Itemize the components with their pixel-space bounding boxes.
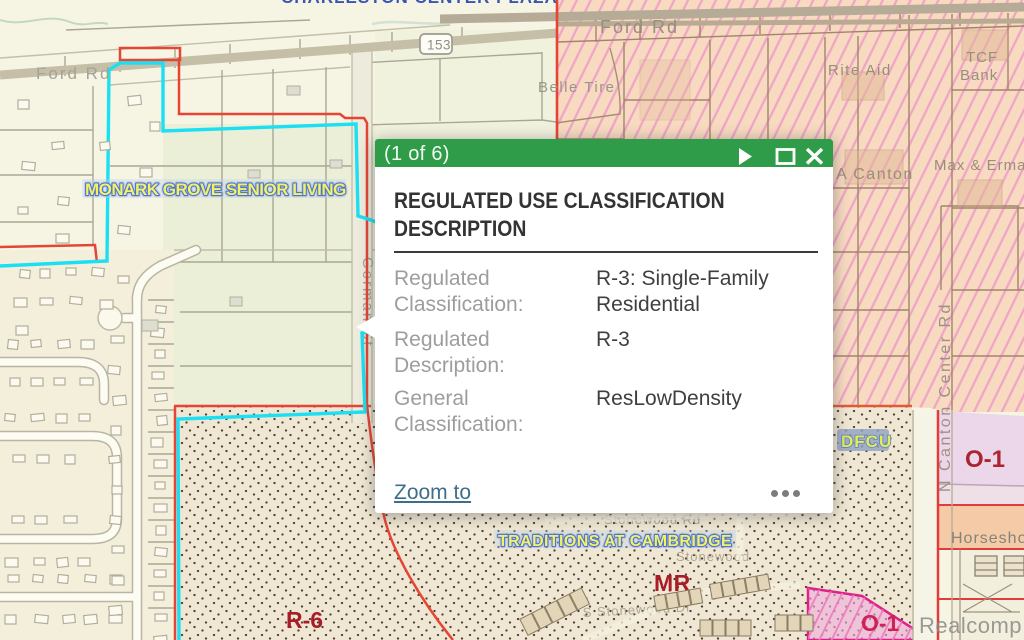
svg-text:Horsesho: Horsesho bbox=[951, 530, 1024, 547]
svg-text:O-1: O-1 bbox=[861, 610, 900, 636]
svg-text:A Canton: A Canton bbox=[836, 166, 914, 183]
svg-text:R-6: R-6 bbox=[286, 607, 323, 633]
svg-text:MONARK GROVE SENIOR LIVING: MONARK GROVE SENIOR LIVING bbox=[85, 180, 346, 199]
svg-text:Ford Rd: Ford Rd bbox=[36, 64, 111, 83]
svg-text:Rite Aid: Rite Aid bbox=[828, 62, 892, 79]
svg-text:Bank: Bank bbox=[960, 67, 998, 84]
svg-text:Max & Erma: Max & Erma bbox=[934, 157, 1024, 174]
svg-text:Belle Tire: Belle Tire bbox=[538, 79, 616, 96]
svg-text:DFCU: DFCU bbox=[841, 432, 892, 451]
svg-text:153: 153 bbox=[427, 38, 451, 53]
svg-text:O-1: O-1 bbox=[965, 446, 1005, 473]
svg-text:TRADITIONS AT CAMBRIDGE: TRADITIONS AT CAMBRIDGE bbox=[498, 533, 732, 550]
svg-text:N Canton Center Rd: N Canton Center Rd bbox=[937, 302, 954, 492]
svg-text:Ford Rd: Ford Rd bbox=[600, 17, 679, 37]
svg-text:CHARLESTON CENTER PLAZA: CHARLESTON CENTER PLAZA bbox=[281, 0, 558, 7]
svg-text:TCF: TCF bbox=[966, 49, 998, 66]
